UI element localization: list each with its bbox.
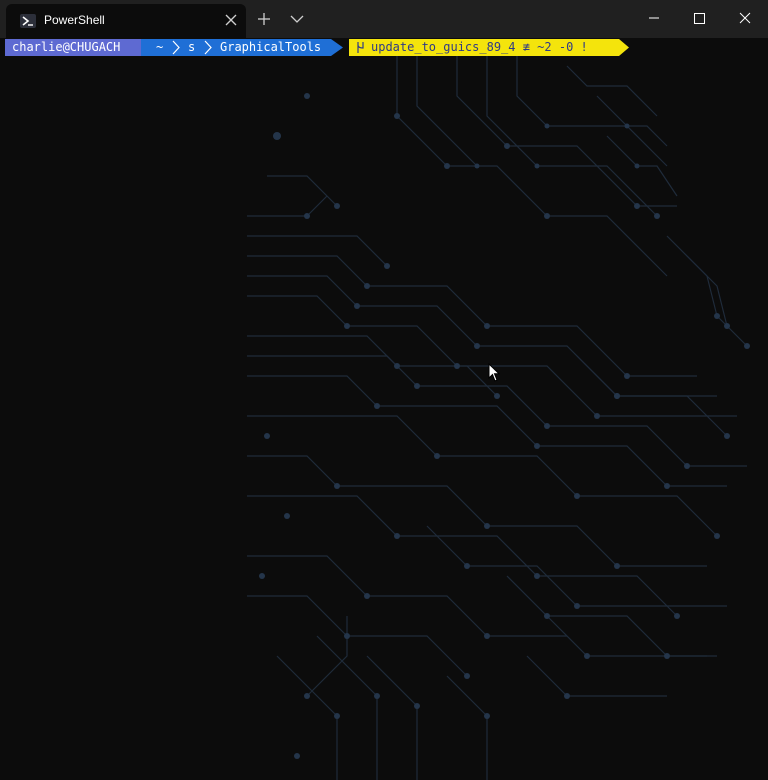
close-icon[interactable] bbox=[733, 8, 757, 28]
minimize-icon[interactable] bbox=[642, 8, 666, 28]
mouse-cursor-icon bbox=[488, 363, 501, 382]
maximize-icon[interactable] bbox=[687, 8, 711, 28]
tab-close-icon[interactable] bbox=[222, 11, 240, 29]
prompt-git-status: update_to_guics_89_4 ≢ ~2 -0 ! bbox=[349, 39, 619, 56]
prompt-dir-s: s bbox=[188, 40, 196, 54]
circuit-face-art bbox=[247, 56, 750, 780]
prompt-dir-graphicaltools: GraphicalTools bbox=[220, 40, 322, 54]
plus-icon[interactable] bbox=[253, 8, 275, 30]
powershell-icon bbox=[20, 14, 36, 28]
title-bar: PowerShell bbox=[0, 0, 768, 38]
git-branch-icon bbox=[357, 42, 364, 53]
powerline-arrow-icon bbox=[619, 39, 629, 56]
powerline-arrow-icon bbox=[331, 39, 343, 56]
chevron-down-icon[interactable] bbox=[286, 8, 308, 30]
git-status-text: update_to_guics_89_4 ≢ ~2 -0 ! bbox=[371, 40, 588, 54]
prompt-path-segment: ~ s GraphicalTools bbox=[141, 39, 331, 56]
prompt-home: ~ bbox=[156, 40, 164, 54]
tab-powershell[interactable]: PowerShell bbox=[6, 4, 246, 38]
prompt-user-host: charlie@CHUGACH bbox=[5, 39, 144, 56]
powerline-arrow-icon bbox=[129, 39, 141, 56]
chevron-right-icon bbox=[172, 40, 180, 55]
tab-title: PowerShell bbox=[44, 13, 105, 27]
chevron-right-icon bbox=[204, 40, 212, 55]
